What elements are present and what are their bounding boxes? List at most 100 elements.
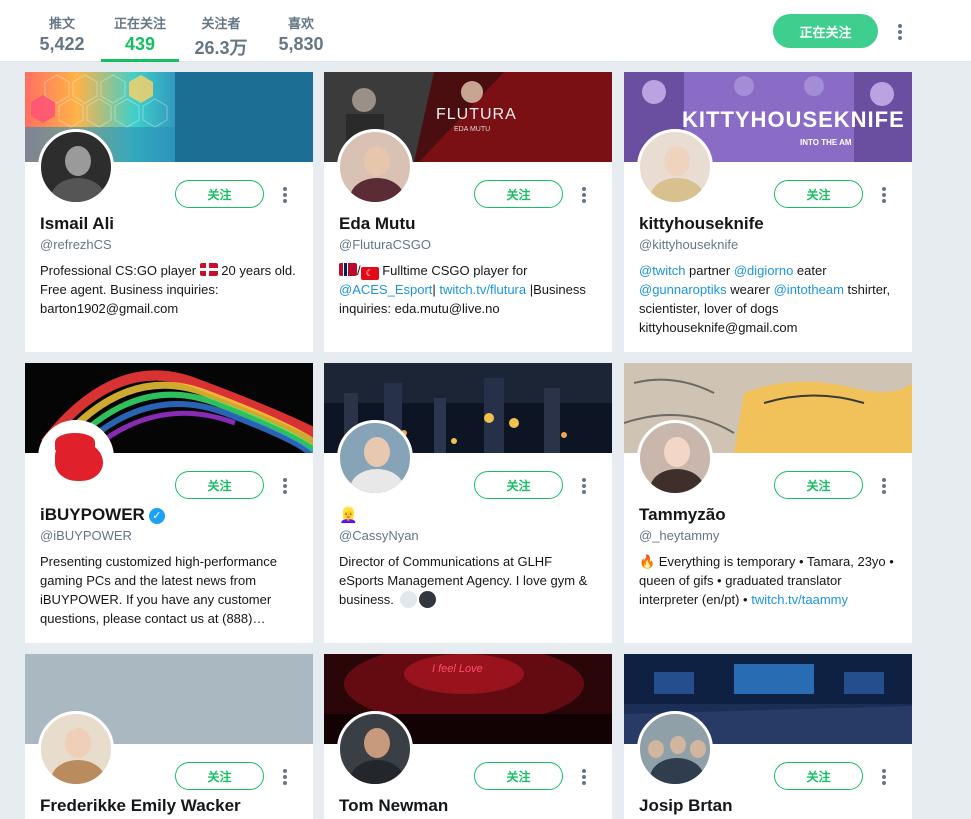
stat-likes-value: 5,830 bbox=[278, 34, 324, 54]
bio-text: eater bbox=[793, 263, 827, 278]
avatar[interactable] bbox=[38, 711, 114, 787]
follow-button[interactable]: 关注 bbox=[774, 471, 863, 499]
stat-likes-label: 喜欢 bbox=[287, 16, 314, 31]
display-name-emoji: 👱‍♀️ bbox=[339, 507, 358, 524]
display-name[interactable]: iBUYPOWER ✓ bbox=[40, 505, 165, 525]
more-options-icon[interactable] bbox=[578, 768, 590, 786]
banner-title: KITTYHOUSEKNIFE bbox=[682, 107, 905, 132]
stat-tweets[interactable]: 推文 5,422 bbox=[32, 0, 92, 62]
follow-button[interactable]: 关注 bbox=[774, 180, 863, 208]
screen-name[interactable]: @iBUYPOWER bbox=[40, 528, 132, 543]
avatar[interactable] bbox=[637, 420, 713, 496]
avatar[interactable] bbox=[637, 711, 713, 787]
white-circle-icon bbox=[399, 591, 417, 608]
display-name[interactable]: Josip Brtan bbox=[639, 796, 733, 816]
display-name[interactable]: kittyhouseknife bbox=[639, 214, 764, 234]
screen-name[interactable]: @_heytammy bbox=[639, 528, 719, 543]
user-card[interactable]: FLUTURA EDA MUTU 关注 Eda Mutu @FluturaCSG… bbox=[324, 72, 612, 352]
banner-title: FLUTURA bbox=[436, 106, 517, 123]
bio-link[interactable]: twitch.tv/taammy bbox=[751, 592, 848, 607]
stat-likes[interactable]: 喜欢 5,830 bbox=[272, 0, 330, 62]
more-options-icon[interactable] bbox=[578, 477, 590, 495]
bio-text: wearer bbox=[726, 282, 774, 297]
fire-icon: 🔥 bbox=[639, 554, 656, 569]
avatar[interactable] bbox=[337, 420, 413, 496]
following-button[interactable]: 正在关注 bbox=[773, 14, 878, 48]
banner-subtitle: INTO THE AM bbox=[800, 138, 852, 147]
user-card[interactable]: I feel Love 关注 Tom Newman bbox=[324, 654, 612, 819]
stat-followers-value: 26.3万 bbox=[194, 38, 248, 58]
follow-button[interactable]: 关注 bbox=[175, 180, 264, 208]
bio-link[interactable]: @digiorno bbox=[734, 263, 793, 278]
display-name[interactable]: 👱‍♀️ bbox=[339, 505, 358, 525]
display-name[interactable]: Frederikke Emily Wacker bbox=[40, 796, 241, 816]
stat-following-value: 439 bbox=[124, 34, 156, 54]
display-name[interactable]: Tammyzão bbox=[639, 505, 726, 525]
display-name[interactable]: Ismail Ali bbox=[40, 214, 114, 234]
bio-text: partner bbox=[685, 263, 734, 278]
black-circle-icon bbox=[418, 591, 436, 608]
stat-followers[interactable]: 关注者 26.3万 bbox=[190, 0, 252, 62]
bio: / ☾ Fulltime CSGO player for @ACES_Esport… bbox=[339, 261, 599, 318]
user-card[interactable]: 关注 👱‍♀️ @CassyNyan Director of Communica… bbox=[324, 363, 612, 643]
follow-button[interactable]: 关注 bbox=[474, 471, 563, 499]
bio: @twitch partner @digiorno eater @gunnaro… bbox=[639, 261, 899, 337]
user-card[interactable]: 关注 Ismail Ali @refrezhCS Professional CS… bbox=[25, 72, 313, 352]
avatar[interactable] bbox=[38, 129, 114, 205]
screen-name[interactable]: @FluturaCSGO bbox=[339, 237, 431, 252]
bio-text: | bbox=[432, 282, 436, 297]
bio: Presenting customized high-performance g… bbox=[40, 554, 278, 626]
follow-button[interactable]: 关注 bbox=[175, 471, 264, 499]
avatar[interactable] bbox=[337, 711, 413, 787]
bio-link[interactable]: @twitch bbox=[639, 263, 685, 278]
screen-name[interactable]: @refrezhCS bbox=[40, 237, 112, 252]
user-card[interactable]: 关注 Josip Brtan bbox=[624, 654, 912, 819]
more-options-icon[interactable] bbox=[878, 186, 890, 204]
bio-link[interactable]: @ACES_Esport bbox=[339, 282, 432, 297]
bio-link[interactable]: @gunnaroptiks bbox=[639, 282, 727, 297]
denmark-flag-icon bbox=[199, 263, 218, 276]
bio: Director of Communications at GLHF eSpor… bbox=[339, 552, 599, 609]
display-name[interactable]: Tom Newman bbox=[339, 796, 448, 816]
more-options-icon[interactable] bbox=[878, 768, 890, 786]
bio-text: Professional CS:GO player bbox=[40, 263, 200, 278]
screen-name[interactable]: @CassyNyan bbox=[339, 528, 419, 543]
bio-text: Director of Communications at GLHF eSpor… bbox=[339, 554, 588, 607]
verified-badge-icon: ✓ bbox=[148, 508, 165, 524]
turkey-flag-icon: ☾ bbox=[360, 267, 379, 280]
avatar[interactable] bbox=[637, 129, 713, 205]
bio-link[interactable]: @intotheam bbox=[774, 282, 844, 297]
screen-name[interactable]: @kittyhouseknife bbox=[639, 237, 738, 252]
stat-following-label: 正在关注 bbox=[113, 16, 166, 31]
follow-button[interactable]: 关注 bbox=[774, 762, 863, 790]
more-options-icon[interactable] bbox=[878, 477, 890, 495]
more-options-icon[interactable] bbox=[578, 186, 590, 204]
stat-tweets-value: 5,422 bbox=[39, 34, 85, 54]
stat-tweets-label: 推文 bbox=[48, 16, 75, 31]
bio: 🔥 Everything is temporary • Tamara, 23yo… bbox=[639, 552, 899, 609]
stat-followers-label: 关注者 bbox=[201, 16, 241, 31]
avatar[interactable] bbox=[337, 129, 413, 205]
user-card[interactable]: 关注 Frederikke Emily Wacker bbox=[25, 654, 313, 819]
follow-button[interactable]: 关注 bbox=[474, 180, 563, 208]
banner-subtitle: EDA MUTU bbox=[454, 126, 491, 133]
bio: Professional CS:GO player 20 years old. … bbox=[40, 261, 300, 318]
banner-neon-text: I feel Love bbox=[432, 663, 483, 675]
user-card[interactable]: 关注 iBUYPOWER ✓ @iBUYPOWER Presenting cust… bbox=[25, 363, 313, 643]
profile-nav-bar: 推文 5,422 正在关注 439 关注者 26.3万 喜欢 5,830 正在关… bbox=[0, 0, 971, 62]
user-card[interactable]: 关注 Tammyzão @_heytammy 🔥 Everything is t… bbox=[624, 363, 912, 643]
more-options-icon[interactable] bbox=[279, 186, 291, 204]
follow-button[interactable]: 关注 bbox=[474, 762, 563, 790]
display-name[interactable]: Eda Mutu bbox=[339, 214, 416, 234]
more-options-icon[interactable] bbox=[279, 768, 291, 786]
more-options-icon[interactable] bbox=[894, 23, 906, 41]
user-card[interactable]: KITTYHOUSEKNIFE INTO THE AM 关注 kittyhous… bbox=[624, 72, 912, 352]
avatar[interactable] bbox=[38, 420, 114, 496]
bio-text: Fulltime CSGO player for bbox=[378, 263, 528, 278]
display-name-text: iBUYPOWER bbox=[40, 505, 145, 524]
norway-flag-icon bbox=[339, 263, 357, 276]
bio-link[interactable]: twitch.tv/flutura bbox=[439, 282, 526, 297]
follow-button[interactable]: 关注 bbox=[175, 762, 264, 790]
more-options-icon[interactable] bbox=[279, 477, 291, 495]
stat-following[interactable]: 正在关注 439 bbox=[101, 0, 179, 62]
